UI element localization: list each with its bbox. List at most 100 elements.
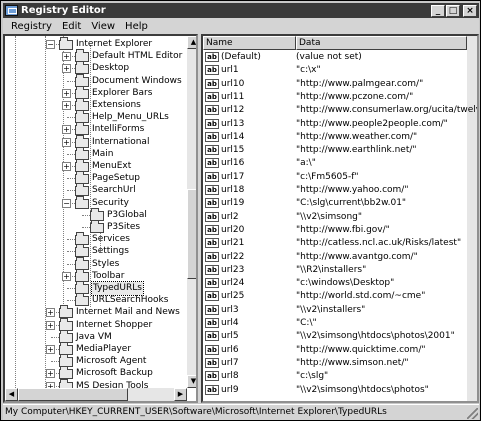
value-row[interactable]: url4 "C:\": [203, 317, 477, 330]
tree-item[interactable]: + Extensions: [5, 98, 187, 112]
expand-icon[interactable]: +: [46, 369, 55, 379]
value-row[interactable]: url19 "C:\slg\current\bb2w.01": [203, 197, 477, 210]
value-row[interactable]: url23 "\\R2\installers": [203, 264, 477, 277]
value-row[interactable]: url13 "http://www.people2people.com/": [203, 118, 477, 131]
minimize-button[interactable]: _: [431, 4, 445, 17]
value-row[interactable]: url1 "c:\x": [203, 64, 477, 77]
tree-item[interactable]: + Microsoft Backup: [5, 366, 187, 380]
tree-item[interactable]: − Internet Explorer: [5, 37, 187, 51]
value-row[interactable]: url22 "http://www.avantgo.com/": [203, 251, 477, 264]
value-row[interactable]: url10 "http://www.palmgear.com/": [203, 78, 477, 91]
tree-item[interactable]: + International: [5, 134, 187, 149]
value-name: url5: [221, 331, 239, 342]
expand-icon[interactable]: +: [46, 308, 55, 318]
value-name: url4: [221, 318, 239, 328]
value-row[interactable]: url2 "\\v2\simsong": [203, 211, 477, 224]
tree-item[interactable]: Settings: [5, 244, 187, 258]
tree-item[interactable]: + Desktop: [5, 61, 187, 75]
value-row[interactable]: url6 "http://www.quicktime.com/": [203, 344, 477, 357]
value-row[interactable]: (Default) (value not set): [203, 51, 477, 64]
menu-edit[interactable]: Edit: [57, 21, 86, 32]
value-row[interactable]: url5 "\\v2\simsong\htdocs\photos\2001": [203, 330, 477, 343]
tree-item[interactable]: + MenuExt: [5, 159, 187, 173]
tree-item[interactable]: Main: [5, 146, 187, 161]
value-row[interactable]: url24 "c:\windows\Desktop": [203, 277, 477, 290]
tree-item[interactable]: Styles: [5, 256, 187, 271]
tree-horizontal-scrollbar[interactable]: ◀ ▶: [5, 388, 187, 401]
value-row[interactable]: url8 "c:\slg": [203, 370, 477, 383]
value-row[interactable]: url25 "http://world.std.com/~cme": [203, 290, 477, 303]
value-row[interactable]: url3 "\\v2\installers": [203, 304, 477, 317]
expand-icon[interactable]: +: [46, 320, 55, 330]
collapse-icon[interactable]: −: [46, 40, 55, 49]
string-value-icon: [205, 331, 219, 342]
tree-item[interactable]: + Default HTML Editor: [5, 49, 187, 63]
expand-icon[interactable]: +: [62, 125, 71, 135]
tree-item[interactable]: PageSetup: [5, 171, 187, 185]
value-data: "c:\x": [296, 65, 321, 76]
scroll-up-icon[interactable]: ▲: [187, 36, 196, 49]
tree-item[interactable]: P3Sites: [5, 220, 187, 234]
tree-item[interactable]: Microsoft Agent: [5, 354, 187, 368]
value-row[interactable]: url7 "http://www.simson.net/": [203, 357, 477, 370]
tree-item-label: PageSetup: [92, 173, 140, 184]
tree-item[interactable]: TypedURLs: [5, 281, 187, 296]
tree-item[interactable]: Java VM: [5, 329, 187, 344]
value-row[interactable]: url21 "http://catless.ncl.ac.uk/Risks/lat…: [203, 237, 477, 250]
collapse-icon[interactable]: −: [62, 198, 71, 208]
tree-vertical-scrollbar[interactable]: ▲ ▼: [187, 36, 196, 388]
expand-icon[interactable]: +: [62, 52, 71, 62]
value-row[interactable]: url20 "http://www.fbi.gov/": [203, 224, 477, 237]
tree-guide-line: [67, 288, 75, 289]
value-row[interactable]: url15 "http://www.earthlink.net/": [203, 144, 477, 157]
folder-icon: [59, 37, 73, 50]
string-value-icon: [205, 185, 219, 195]
tree-item[interactable]: + Toolbar: [5, 268, 187, 283]
value-row[interactable]: url9 "\\v2\simsong\htdocs\photos": [203, 384, 477, 397]
tree-item[interactable]: Help_Menu_URLs: [5, 110, 187, 124]
maximize-button[interactable]: □: [446, 4, 460, 17]
scroll-right-icon[interactable]: ▶: [174, 388, 187, 401]
column-header-name[interactable]: Name: [203, 36, 296, 50]
expand-icon[interactable]: +: [62, 271, 71, 281]
tree-item-label: P3Global: [107, 209, 147, 220]
value-row[interactable]: url12 "http://www.consumerlaw.org/ucita/t…: [203, 104, 477, 117]
tree-item[interactable]: SearchUrl: [5, 183, 187, 197]
value-row[interactable]: url16 "a:\": [203, 157, 477, 170]
expand-icon[interactable]: +: [62, 162, 71, 171]
expand-icon[interactable]: +: [62, 64, 71, 74]
scroll-left-icon[interactable]: ◀: [5, 388, 18, 401]
value-name: url10: [221, 78, 245, 89]
tree-item[interactable]: + MediaPlayer: [5, 342, 187, 356]
value-row[interactable]: url11 "http://www.pczone.com/": [203, 91, 477, 104]
menu-help[interactable]: Help: [120, 21, 153, 32]
menu-view[interactable]: View: [86, 21, 120, 32]
tree-item[interactable]: + Internet Mail and News: [5, 305, 187, 319]
value-row[interactable]: url18 "http://www.yahoo.com/": [203, 184, 477, 197]
expand-icon[interactable]: +: [62, 137, 71, 147]
tree-item[interactable]: + IntelliForms: [5, 122, 187, 136]
title-bar[interactable]: Registry Editor _ □ ×: [3, 3, 479, 18]
value-row[interactable]: url14 "http://www.weather.com/": [203, 131, 477, 144]
registry-tree-pane[interactable]: − Internet Explorer + Default HTML Editor + D…: [3, 34, 198, 403]
tree-scroll-thumb[interactable]: [187, 189, 196, 279]
tree-item[interactable]: + Internet Shopper: [5, 317, 187, 332]
expand-icon[interactable]: +: [62, 88, 71, 98]
value-row[interactable]: url17 "c:\Fm5605-f": [203, 171, 477, 184]
tree-item[interactable]: URLSearchHooks: [5, 293, 187, 307]
resize-grip-icon[interactable]: [467, 408, 478, 419]
tree-hscroll-thumb[interactable]: [18, 388, 128, 401]
expand-icon[interactable]: +: [62, 101, 71, 110]
expand-icon[interactable]: +: [46, 345, 55, 354]
tree-item[interactable]: Services: [5, 232, 187, 246]
column-header-data[interactable]: Data: [296, 36, 467, 50]
values-list-pane[interactable]: Name Data (Default) (value not set) url1 "c…: [201, 34, 479, 403]
value-name: url20: [221, 224, 245, 235]
tree-item[interactable]: Document Windows: [5, 73, 187, 88]
tree-guide-line: [67, 190, 75, 192]
scroll-down-icon[interactable]: ▼: [187, 375, 196, 388]
value-name: url7: [221, 357, 239, 368]
tree-item[interactable]: + Explorer Bars: [5, 85, 187, 100]
menu-registry[interactable]: Registry: [6, 21, 57, 32]
close-button[interactable]: ×: [463, 4, 477, 17]
